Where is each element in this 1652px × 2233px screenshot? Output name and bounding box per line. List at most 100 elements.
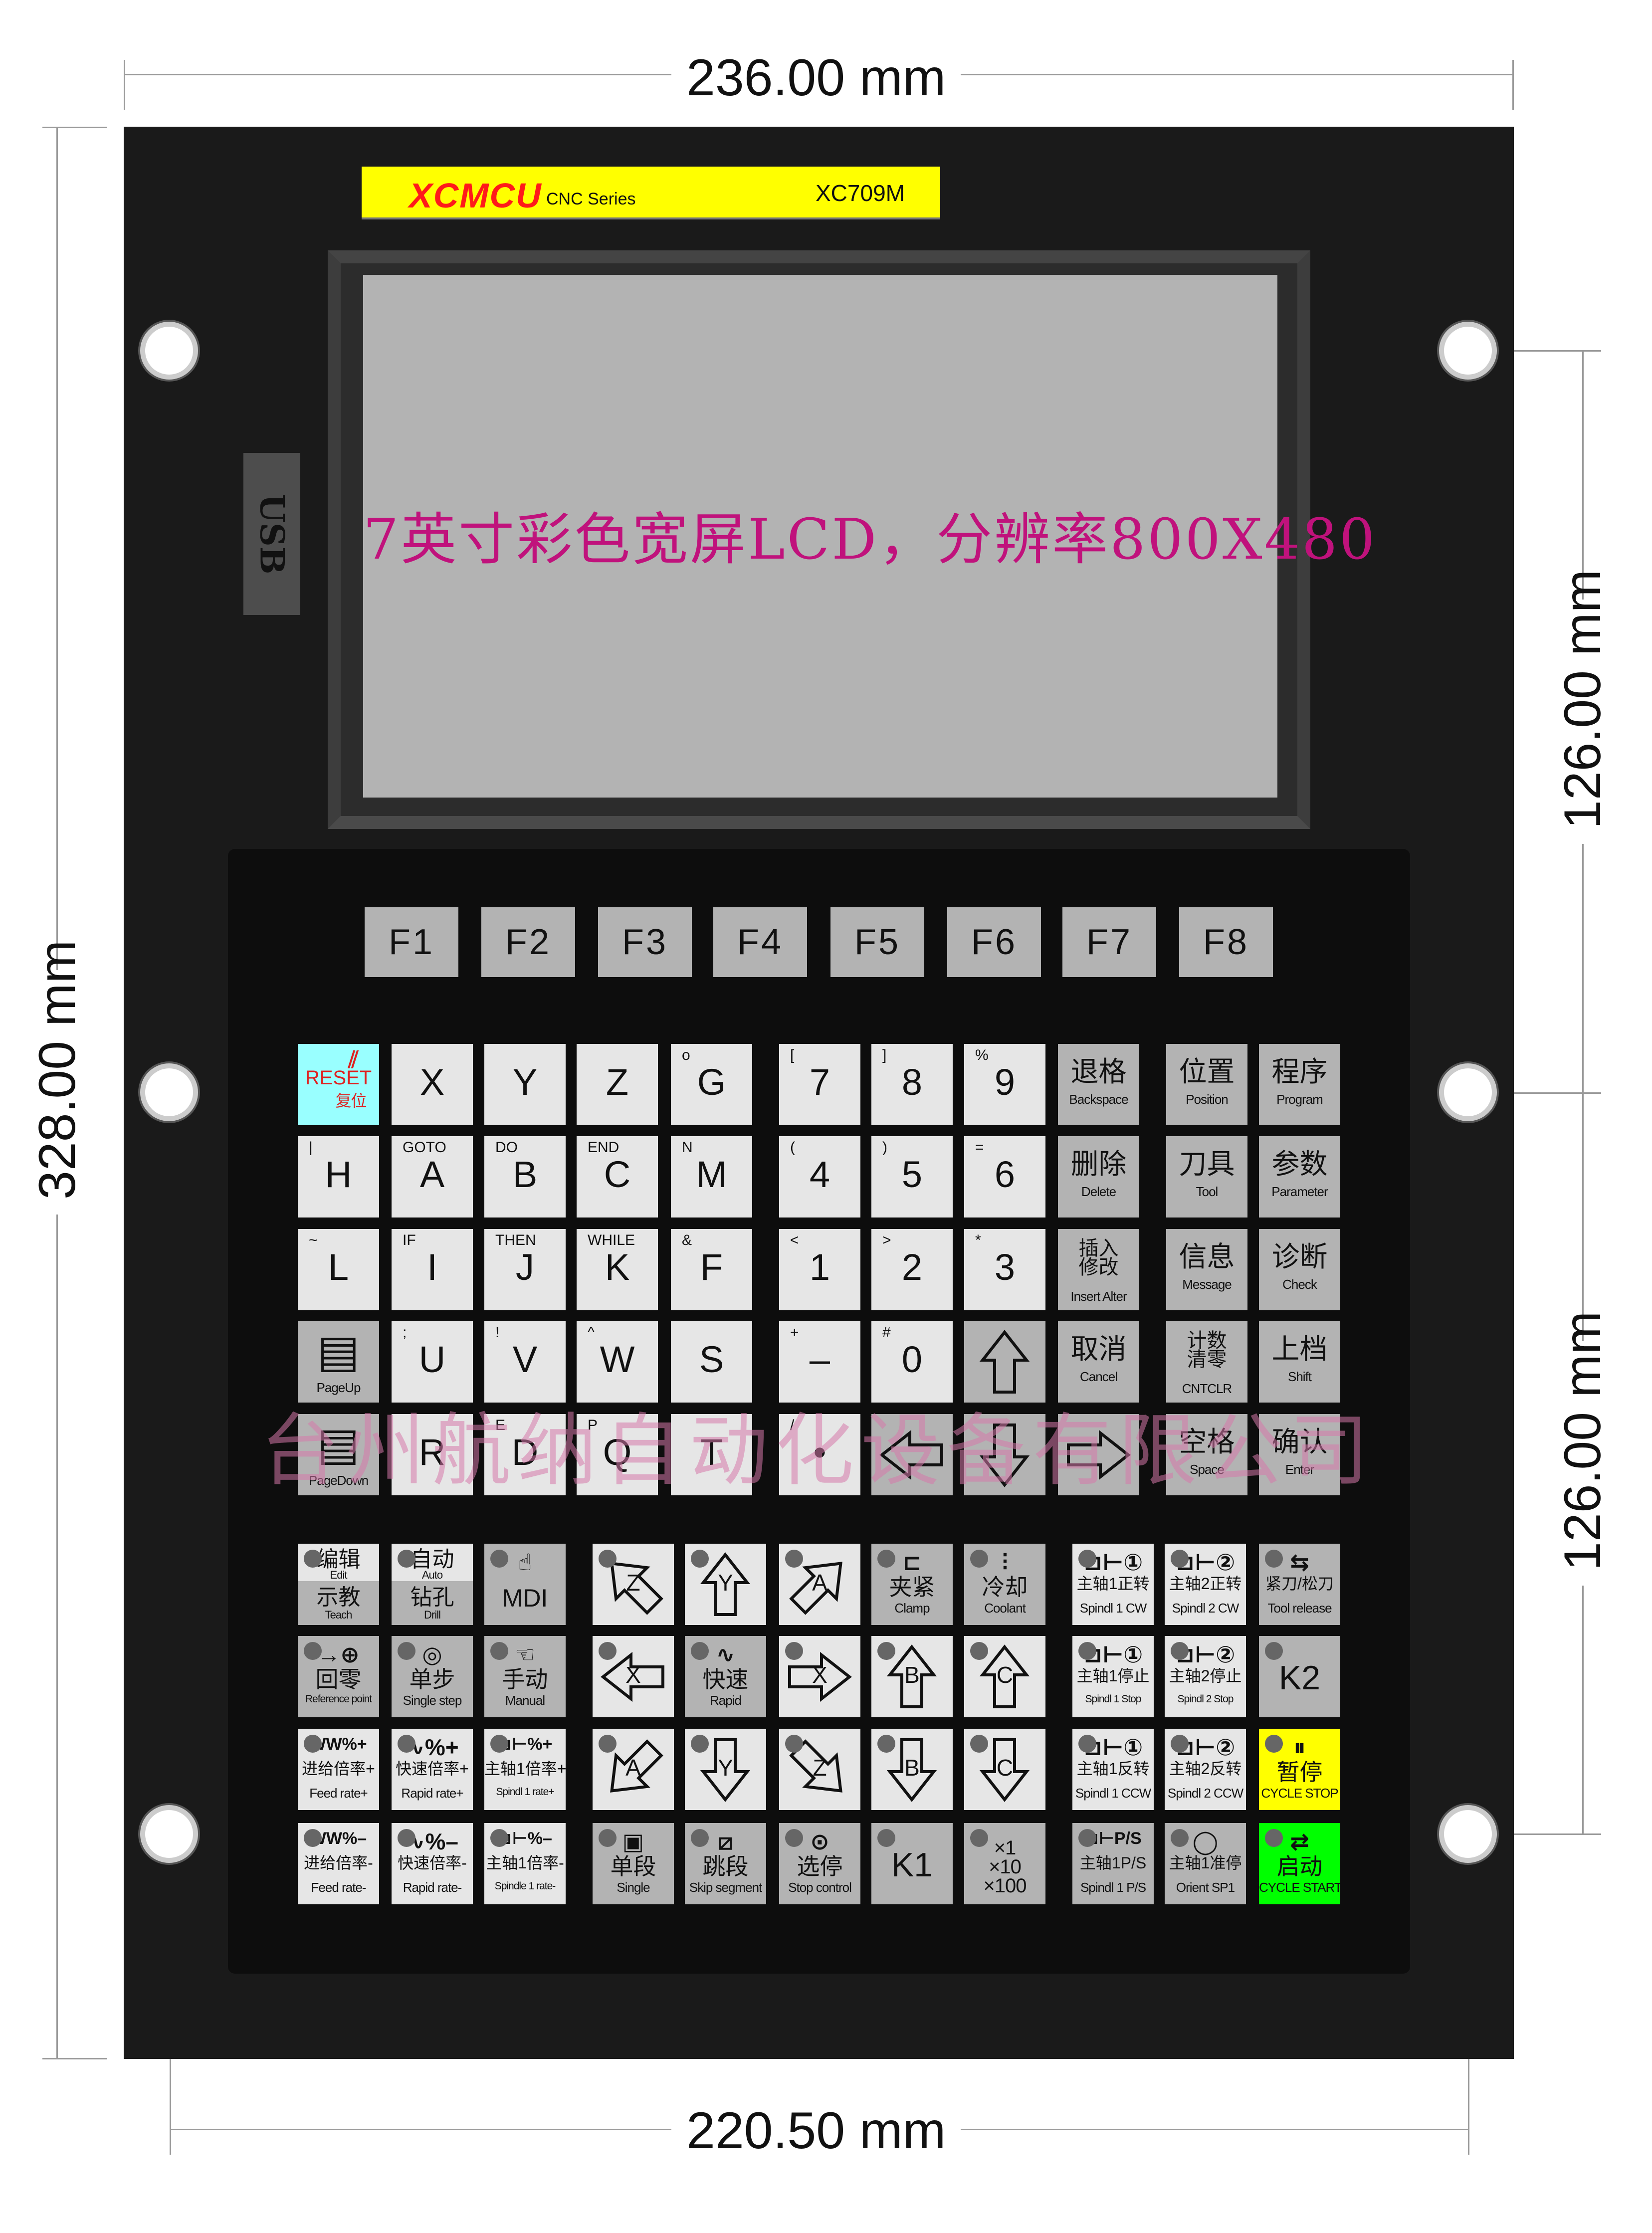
key-arrow-up-y[interactable]: Y [685, 1544, 766, 1625]
key-b[interactable]: B DO [484, 1136, 566, 1218]
key-1[interactable]: 1 < [779, 1229, 860, 1310]
key-q[interactable]: QP [577, 1414, 658, 1495]
key-7[interactable]: 7[ [779, 1044, 860, 1125]
key-k2[interactable]: K2 [1259, 1636, 1340, 1717]
key-single[interactable]: ▣ 单段 Single [593, 1823, 674, 1904]
key-delete[interactable]: 删除 Delete [1058, 1136, 1139, 1218]
key--[interactable]: RESET 复位 ⫽ [298, 1044, 379, 1125]
key-rapid[interactable]: ∿ 快速 Rapid [685, 1636, 766, 1717]
key-program[interactable]: 程序 Program [1259, 1044, 1340, 1125]
key-arrow-up-left-z[interactable]: Z [593, 1544, 674, 1625]
key-arrow-down-c[interactable]: C [964, 1729, 1045, 1810]
key-arrow-right-x[interactable]: X [779, 1636, 860, 1717]
key-pagedown[interactable]: ▤ PageDown [298, 1414, 379, 1495]
key-position[interactable]: 位置 Position [1166, 1044, 1247, 1125]
key-coolant[interactable]: ⫶ 冷却 Coolant [964, 1544, 1045, 1625]
key-arrow-down-right-z[interactable]: Z [779, 1729, 860, 1810]
function-key-f7[interactable]: F7 [1062, 907, 1156, 977]
key-s[interactable]: S [671, 1321, 752, 1403]
function-key-f8[interactable]: F8 [1179, 907, 1273, 977]
key-reference-point[interactable]: →⊕ 回零 Reference point [298, 1636, 379, 1717]
key-spindl-1-stop[interactable]: ⊐⊢① 主轴1停止 Spindl 1 Stop [1072, 1636, 1154, 1717]
key-tool[interactable]: 刀具 Tool [1166, 1136, 1247, 1218]
key-l[interactable]: L ~ [298, 1229, 379, 1310]
key-g[interactable]: Go [671, 1044, 752, 1125]
key-x[interactable]: X [392, 1044, 473, 1125]
key-5[interactable]: 5) [871, 1136, 953, 1218]
key-single-step[interactable]: ◎ 单步 Single step [392, 1636, 473, 1717]
key-spindl-1-ccw[interactable]: ⊐⊢① 主轴1反转 Spindl 1 CCW [1072, 1729, 1154, 1810]
key-r[interactable]: R [392, 1414, 473, 1495]
key-feed-rate-[interactable]: WW%– 进给倍率- Feed rate- [298, 1823, 379, 1904]
key-insert-alter[interactable]: 插入修改 Insert Alter [1058, 1229, 1139, 1310]
key-spindl-2-stop[interactable]: ⊐⊢② 主轴2停止 Spindl 2 Stop [1165, 1636, 1246, 1717]
key-9[interactable]: 9% [964, 1044, 1045, 1125]
key-arrow-up-right-a[interactable]: A [779, 1544, 860, 1625]
key-skip-segment[interactable]: ⧄ 跳段 Skip segment [685, 1823, 766, 1904]
function-key-f3[interactable]: F3 [598, 907, 692, 977]
key-auto[interactable]: 自动 Auto 钻孔 Drill [392, 1544, 473, 1625]
key-arrow-up[interactable] [964, 1321, 1045, 1403]
key-enter[interactable]: 确认 Enter [1259, 1414, 1340, 1495]
key-spindl-2-cw[interactable]: ⊐⊢② 主轴2正转 Spindl 2 CW [1165, 1544, 1246, 1625]
key-space[interactable]: 空格 Space [1166, 1414, 1247, 1495]
key-rapid-rate-[interactable]: ∿%+ 快速倍率+ Rapid rate+ [392, 1729, 473, 1810]
key-arrow-up-c[interactable]: C [964, 1636, 1045, 1717]
key-message[interactable]: 信息 Message [1166, 1229, 1247, 1310]
key-c[interactable]: C END [577, 1136, 658, 1218]
key-k1[interactable]: K1 [871, 1823, 953, 1904]
key-f[interactable]: F & [671, 1229, 752, 1310]
key-u[interactable]: U; [392, 1321, 473, 1403]
key-w[interactable]: W ^ [577, 1321, 658, 1403]
usb-port[interactable]: USB [243, 453, 300, 615]
key-arrow-up-b[interactable]: B [871, 1636, 953, 1717]
key-manual[interactable]: ☜ 手动 Manual [484, 1636, 566, 1717]
key-shift[interactable]: 上档 Shift [1259, 1321, 1340, 1403]
key-spindl-2-ccw[interactable]: ⊐⊢② 主轴2反转 Spindl 2 CCW [1165, 1729, 1246, 1810]
key-z[interactable]: Z [577, 1044, 658, 1125]
key-3[interactable]: 3 * [964, 1229, 1045, 1310]
key-6[interactable]: 6 = [964, 1136, 1045, 1218]
key-d[interactable]: DE [484, 1414, 566, 1495]
key-h[interactable]: H | [298, 1136, 379, 1218]
key-2[interactable]: 2 > [871, 1229, 953, 1310]
key-a[interactable]: A GOTO [392, 1136, 473, 1218]
key-stop-control[interactable]: ⊙ 选停 Stop control [779, 1823, 860, 1904]
key-v[interactable]: V! [484, 1321, 566, 1403]
function-key-f1[interactable]: F1 [365, 907, 458, 977]
key-t[interactable]: T [671, 1414, 752, 1495]
key-cycle-start[interactable]: ⇄ 启动 CYCLE START [1259, 1823, 1340, 1904]
key-tool-release[interactable]: ⇆ 紧刀/松刀 Tool release [1259, 1544, 1340, 1625]
function-key-f5[interactable]: F5 [830, 907, 924, 977]
key-arrow-left-x[interactable]: X [593, 1636, 674, 1717]
key-parameter[interactable]: 参数 Parameter [1259, 1136, 1340, 1218]
key-spindl-1-rate-[interactable]: ⊐⊢%+ 主轴1倍率+ Spindl 1 rate+ [484, 1729, 566, 1810]
key-0[interactable]: 0 # [871, 1321, 953, 1403]
key-cntclr[interactable]: 计数清零 CNTCLR [1166, 1321, 1247, 1403]
key-spindl-1-cw[interactable]: ⊐⊢① 主轴1正转 Spindl 1 CW [1072, 1544, 1154, 1625]
key-feed-rate-[interactable]: WW%+ 进给倍率+ Feed rate+ [298, 1729, 379, 1810]
key-4[interactable]: 4( [779, 1136, 860, 1218]
key-m[interactable]: MN [671, 1136, 752, 1218]
key-backspace[interactable]: 退格 Backspace [1058, 1044, 1139, 1125]
key-mdi[interactable]: ☝ MDI [484, 1544, 566, 1625]
key-check[interactable]: 诊断 Check [1259, 1229, 1340, 1310]
function-key-f4[interactable]: F4 [713, 907, 807, 977]
key-clamp[interactable]: ⊏ 夹紧 Clamp [871, 1544, 953, 1625]
key-i[interactable]: I IF [392, 1229, 473, 1310]
key-arrow-left[interactable] [871, 1414, 953, 1495]
key-arrow-down-y[interactable]: Y [685, 1729, 766, 1810]
function-key-f6[interactable]: F6 [947, 907, 1041, 977]
key-edit[interactable]: 编辑 Edit 示教 Teach [298, 1544, 379, 1625]
key-spindl-1-p-s[interactable]: ⊐⊢P/S 主轴1P/S Spindl 1 P/S [1072, 1823, 1154, 1904]
function-key-f2[interactable]: F2 [481, 907, 575, 977]
key-rapid-rate-[interactable]: ∿%– 快速倍率- Rapid rate- [392, 1823, 473, 1904]
key-j[interactable]: J THEN [484, 1229, 566, 1310]
key-pageup[interactable]: ▤ PageUp [298, 1321, 379, 1403]
key-arrow-down-b[interactable]: B [871, 1729, 953, 1810]
key-k[interactable]: K WHILE [577, 1229, 658, 1310]
key-spindle-1-rate-[interactable]: ⊐⊢%– 主轴1倍率- Spindle 1 rate- [484, 1823, 566, 1904]
key-cancel[interactable]: 取消 Cancel [1058, 1321, 1139, 1403]
key-y[interactable]: Y [484, 1044, 566, 1125]
key-8[interactable]: 8] [871, 1044, 953, 1125]
